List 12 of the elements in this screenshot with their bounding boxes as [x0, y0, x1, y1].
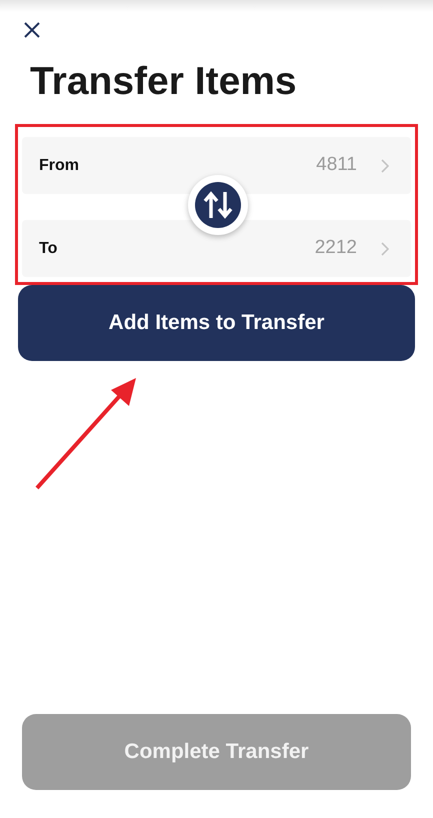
- location-value: 4811: [316, 153, 357, 178]
- close-icon[interactable]: [22, 20, 42, 40]
- location-label: From: [39, 156, 79, 176]
- location-row[interactable]: From 4811: [22, 137, 411, 194]
- add-items-button[interactable]: Add Items to Transfer: [18, 285, 415, 361]
- swap-arrows-icon: [195, 182, 241, 228]
- location-label: To: [39, 238, 58, 258]
- chevron-right-icon: [381, 242, 389, 256]
- page-title: Transfer Items: [30, 62, 298, 101]
- chevron-right-icon: [381, 158, 389, 172]
- location-value: 2212: [314, 236, 357, 260]
- location-row[interactable]: To 2212: [22, 220, 411, 277]
